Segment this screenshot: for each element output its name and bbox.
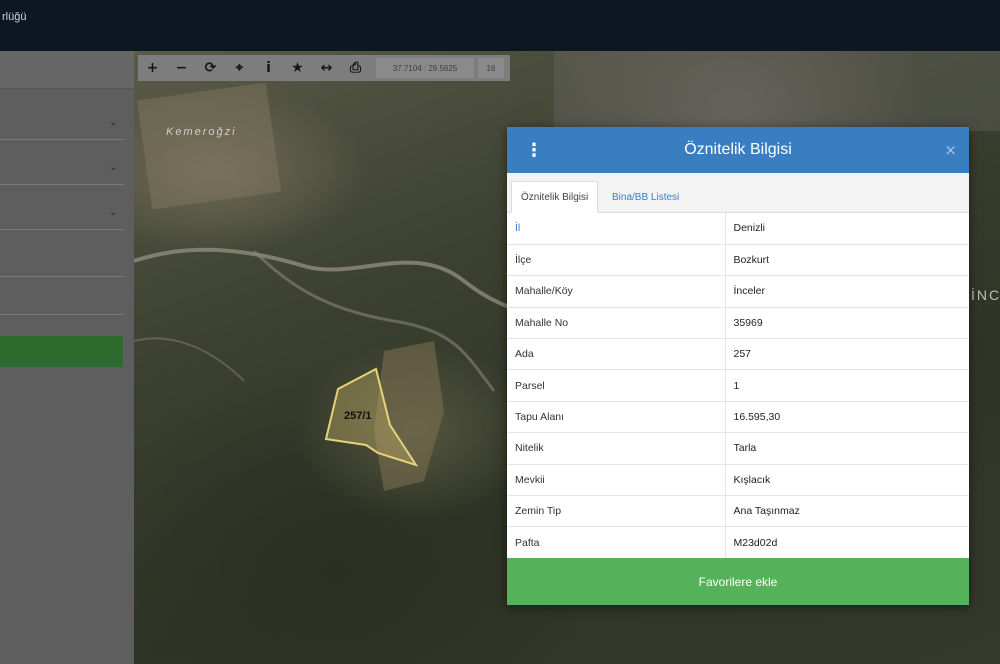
sidebar-dropdown-3[interactable]: ⌄ bbox=[0, 196, 124, 230]
table-row: Mahalle No 35969 bbox=[507, 307, 969, 340]
sidebar-header bbox=[0, 51, 134, 89]
sidebar-input-1[interactable] bbox=[0, 243, 124, 277]
top-bar: rlüğü bbox=[0, 0, 1000, 51]
zoom-level-readout: 16 bbox=[478, 58, 504, 78]
parcel-label: 257/1 bbox=[344, 410, 372, 422]
attribute-value: Kışlacık bbox=[724, 464, 969, 497]
attribute-info-modal: ⋮ Öznitelik Bilgisi × Öznitelik Bilgisi … bbox=[507, 127, 969, 605]
coordinate-readout: 37.7104 : 29.5625 bbox=[376, 58, 474, 78]
sidebar: ⌄ ⌄ ⌄ bbox=[0, 51, 134, 664]
favorite-star-icon[interactable]: ★ bbox=[283, 55, 312, 81]
table-row: Ada 257 bbox=[507, 338, 969, 371]
chevron-down-icon: ⌄ bbox=[108, 205, 118, 218]
attribute-key: İlçe bbox=[507, 244, 725, 277]
attribute-key: Parsel bbox=[507, 369, 725, 402]
attribute-key: Zemin Tip bbox=[507, 495, 725, 528]
table-row: İl Denizli bbox=[507, 213, 969, 245]
attribute-value: M23d02d bbox=[724, 526, 969, 559]
place-label-kemerogzi: Kemeroğzi bbox=[166, 126, 237, 138]
app-title: rlüğü bbox=[2, 11, 27, 23]
place-label-inc: İNC bbox=[971, 287, 1000, 303]
info-icon[interactable]: i bbox=[254, 55, 283, 81]
attribute-value: Ana Taşınmaz bbox=[724, 495, 969, 528]
attribute-value: 1 bbox=[724, 369, 969, 402]
table-row: Tapu Alanı 16.595,30 bbox=[507, 401, 969, 434]
attribute-key: Mahalle/Köy bbox=[507, 275, 725, 308]
print-icon[interactable]: ⎙ bbox=[341, 55, 370, 81]
attribute-value: İnceler bbox=[724, 275, 969, 308]
locate-icon[interactable]: ⌖ bbox=[225, 55, 254, 81]
sidebar-dropdown-2[interactable]: ⌄ bbox=[0, 151, 124, 185]
add-to-favorites-button[interactable]: Favorilere ekle bbox=[507, 558, 969, 605]
attribute-key: Mevkii bbox=[507, 464, 725, 497]
table-row: Pafta M23d02d bbox=[507, 526, 969, 559]
attribute-value: Denizli bbox=[724, 213, 969, 245]
modal-title: Öznitelik Bilgisi bbox=[684, 141, 792, 158]
table-row: Parsel 1 bbox=[507, 369, 969, 402]
attribute-key: Tapu Alanı bbox=[507, 401, 725, 434]
modal-header: ⋮ Öznitelik Bilgisi × bbox=[507, 127, 969, 173]
attribute-table: İl Denizli İlçe Bozkurt Mahalle/Köy İnceler Ma… bbox=[507, 213, 969, 559]
sidebar-query-button[interactable] bbox=[0, 336, 123, 367]
attribute-key: İl bbox=[507, 213, 725, 245]
close-icon[interactable]: × bbox=[944, 141, 957, 159]
attribute-value: 257 bbox=[724, 338, 969, 371]
chevron-down-icon: ⌄ bbox=[108, 115, 118, 128]
attribute-value: 16.595,30 bbox=[724, 401, 969, 434]
zoom-in-icon[interactable]: + bbox=[138, 55, 167, 81]
tab-attribute-info[interactable]: Öznitelik Bilgisi bbox=[511, 181, 599, 213]
table-row: İlçe Bozkurt bbox=[507, 244, 969, 277]
map-toolbar: + − ⟳ ⌖ i ★ ↔ ⎙ 37.7104 : 29.5625 16 bbox=[138, 55, 510, 81]
attribute-key: Pafta bbox=[507, 526, 725, 559]
table-row: Zemin Tip Ana Taşınmaz bbox=[507, 495, 969, 528]
chevron-down-icon: ⌄ bbox=[108, 160, 118, 173]
attribute-key: Mahalle No bbox=[507, 307, 725, 340]
sidebar-dropdown-1[interactable]: ⌄ bbox=[0, 106, 124, 140]
table-row: Nitelik Tarla bbox=[507, 432, 969, 465]
attribute-key: Ada bbox=[507, 338, 725, 371]
attribute-value: Tarla bbox=[724, 432, 969, 465]
sidebar-input-2[interactable] bbox=[0, 281, 124, 315]
attribute-value: 35969 bbox=[724, 307, 969, 340]
attribute-value: Bozkurt bbox=[724, 244, 969, 277]
zoom-out-icon[interactable]: − bbox=[167, 55, 196, 81]
refresh-icon[interactable]: ⟳ bbox=[196, 55, 225, 81]
attribute-key: Nitelik bbox=[507, 432, 725, 465]
modal-tabs: Öznitelik Bilgisi Bina/BB Listesi bbox=[507, 173, 969, 213]
table-row: Mevkii Kışlacık bbox=[507, 464, 969, 497]
tab-building-list[interactable]: Bina/BB Listesi bbox=[603, 181, 688, 213]
table-row: Mahalle/Köy İnceler bbox=[507, 275, 969, 308]
measure-icon[interactable]: ↔ bbox=[312, 55, 341, 81]
